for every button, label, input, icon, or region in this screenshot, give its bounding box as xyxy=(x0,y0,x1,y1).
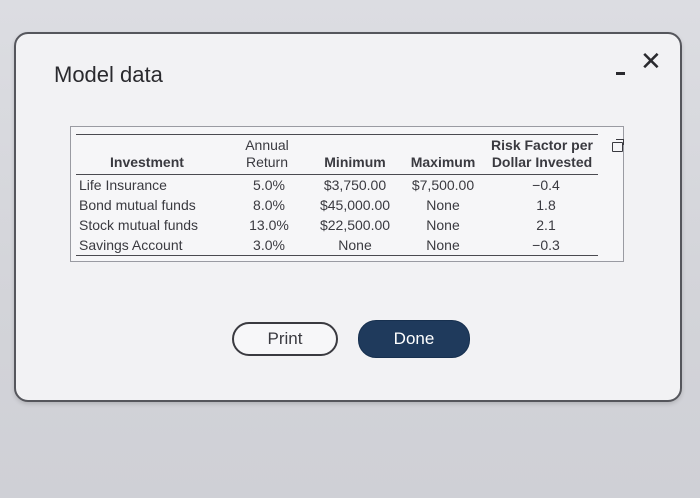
table-row-investment: Life Insurance xyxy=(79,177,167,193)
table-row-annual: 8.0% xyxy=(253,197,285,213)
header-minimum: Minimum xyxy=(324,154,386,170)
table-row-minimum: $3,750.00 xyxy=(323,177,387,193)
table-row-risk: 2.1 xyxy=(536,217,556,233)
header-risk-line2: Dollar Invested xyxy=(491,154,593,170)
done-button[interactable]: Done xyxy=(358,320,470,358)
table-row-annual: 5.0% xyxy=(253,177,285,193)
table-row-risk: −0.4 xyxy=(532,177,560,193)
table-row-risk: 1.8 xyxy=(536,197,556,213)
print-button[interactable]: Print xyxy=(232,322,338,356)
table-row-investment: Savings Account xyxy=(79,237,183,253)
copy-icon[interactable] xyxy=(612,139,624,152)
dialog-title: Model data xyxy=(54,62,163,87)
header-risk-line1: Risk Factor per xyxy=(491,137,593,153)
table-header-rule xyxy=(76,174,598,175)
header-investment: Investment xyxy=(110,154,184,170)
header-maximum: Maximum xyxy=(410,154,476,170)
header-annual-line1: Annual xyxy=(245,137,289,153)
table-row-minimum: $45,000.00 xyxy=(319,197,391,213)
table-row-maximum: None xyxy=(426,217,460,233)
table-row-investment: Bond mutual funds xyxy=(79,197,196,213)
table-row-maximum: None xyxy=(426,237,460,253)
table-top-rule xyxy=(76,134,598,135)
table-row-risk: −0.3 xyxy=(532,237,560,253)
table-row-maximum: None xyxy=(426,197,460,213)
table-row-investment: Stock mutual funds xyxy=(79,217,199,233)
minimize-icon[interactable] xyxy=(616,72,625,75)
table-row-annual: 13.0% xyxy=(249,217,289,233)
table-bottom-rule xyxy=(76,255,598,256)
close-icon[interactable]: ✕ xyxy=(640,48,662,74)
table-row-maximum: $7,500.00 xyxy=(411,177,475,193)
header-annual-line2: Return xyxy=(245,154,289,170)
table-row-minimum: $22,500.00 xyxy=(319,217,391,233)
table-row-minimum: None xyxy=(338,237,372,253)
table-row-annual: 3.0% xyxy=(253,237,285,253)
